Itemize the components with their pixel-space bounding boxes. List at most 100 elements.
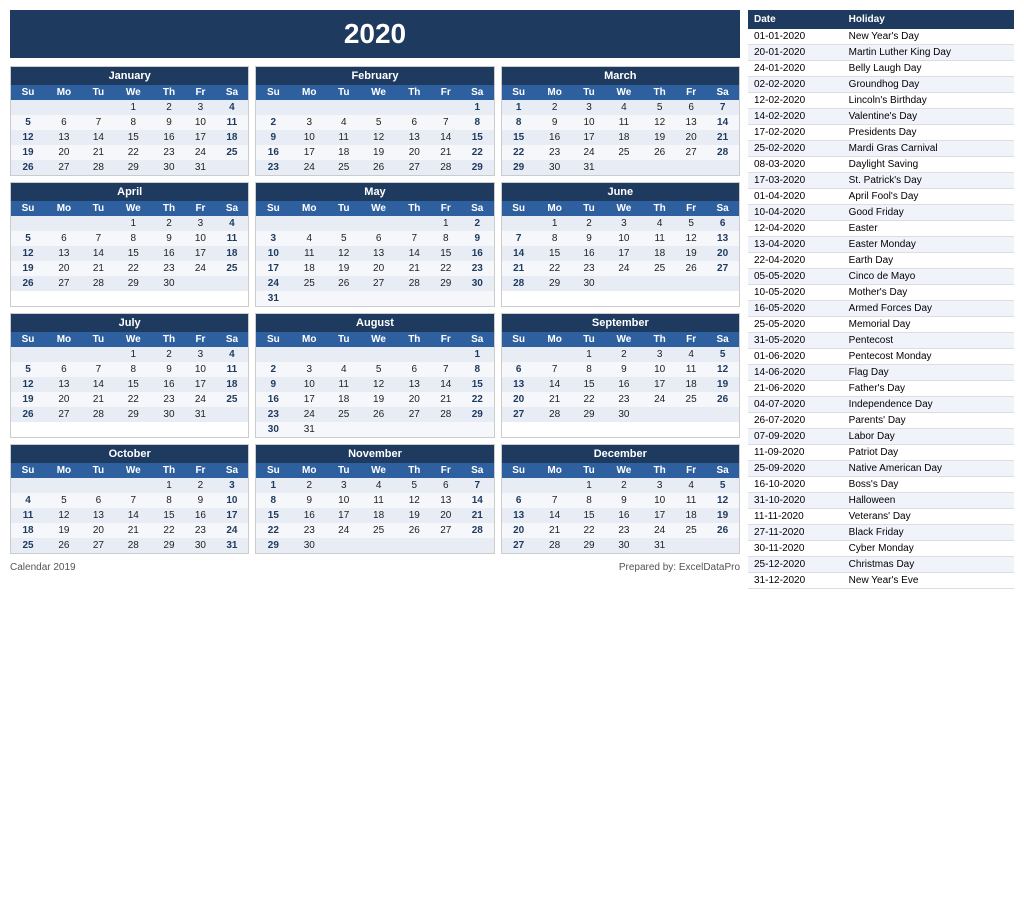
holiday-date: 01-01-2020	[748, 29, 843, 45]
calendar-cell: 9	[605, 493, 644, 508]
calendar-cell	[328, 216, 359, 231]
calendar-cell: 28	[398, 276, 431, 291]
day-header-mo: Mo	[290, 463, 328, 478]
calendar-cell: 5	[643, 100, 676, 115]
calendar-cell: 4	[290, 231, 328, 246]
day-header-fr: Fr	[431, 332, 461, 347]
calendar-cell: 7	[536, 493, 574, 508]
calendar-cell: 26	[706, 392, 739, 407]
holiday-name: Memorial Day	[843, 317, 1014, 333]
holiday-row: 13-04-2020Easter Monday	[748, 237, 1014, 253]
calendar-cell	[290, 216, 328, 231]
calendar-cell: 18	[643, 246, 676, 261]
calendar-cell	[11, 216, 45, 231]
calendar-cell	[256, 216, 290, 231]
calendar-cell: 30	[185, 538, 215, 553]
calendar-cell: 12	[706, 362, 739, 377]
calendar-cell: 19	[11, 392, 45, 407]
calendar-cell: 19	[676, 246, 706, 261]
footer-right: Prepared by: ExcelDataPro	[619, 562, 740, 573]
calendar-cell: 7	[502, 231, 536, 246]
calendar-cell: 21	[536, 523, 574, 538]
calendar-cell: 7	[431, 362, 461, 377]
calendar-cell: 27	[502, 407, 536, 422]
calendar-cell: 1	[461, 347, 494, 362]
calendar-cell: 22	[574, 392, 605, 407]
months-grid: JanuarySuMoTuWeThFrSa1234567891011121314…	[10, 66, 740, 554]
day-header-we: We	[605, 332, 644, 347]
calendar-cell: 2	[153, 347, 186, 362]
day-header-th: Th	[643, 201, 676, 216]
calendar-cell: 10	[328, 493, 359, 508]
day-header-we: We	[114, 332, 153, 347]
month-title-january: January	[11, 67, 248, 85]
month-block-july: JulySuMoTuWeThFrSa1234567891011121314151…	[10, 313, 249, 438]
calendar-cell: 23	[153, 392, 186, 407]
calendar-cell: 28	[431, 160, 461, 175]
calendar-cell: 13	[502, 508, 536, 523]
calendar-cell: 21	[706, 130, 739, 145]
calendar-cell: 21	[431, 392, 461, 407]
day-header-sa: Sa	[216, 201, 249, 216]
holiday-name: Cyber Monday	[843, 541, 1014, 557]
calendar-cell: 15	[256, 508, 290, 523]
calendar-cell: 27	[431, 523, 461, 538]
calendar-cell: 8	[574, 362, 605, 377]
holiday-row: 12-04-2020Easter	[748, 221, 1014, 237]
calendar-cell: 20	[359, 261, 398, 276]
calendar-cell: 3	[185, 216, 215, 231]
holiday-date: 25-02-2020	[748, 141, 843, 157]
calendar-cell: 14	[536, 508, 574, 523]
calendar-cell: 7	[114, 493, 153, 508]
footer-left: Calendar 2019	[10, 562, 76, 573]
calendar-cell: 28	[461, 523, 494, 538]
calendar-cell	[431, 347, 461, 362]
day-header-th: Th	[643, 85, 676, 100]
calendar-cell: 27	[45, 407, 83, 422]
calendar-cell	[502, 478, 536, 493]
calendar-cell: 25	[605, 145, 644, 160]
calendar-cell: 2	[153, 216, 186, 231]
calendar-cell: 2	[574, 216, 605, 231]
calendar-cell	[45, 478, 83, 493]
calendar-cell	[706, 276, 739, 291]
calendar-cell	[328, 538, 359, 553]
calendar-cell: 20	[502, 392, 536, 407]
holiday-name: Mardi Gras Carnival	[843, 141, 1014, 157]
calendar-cell	[706, 160, 739, 175]
calendar-cell: 17	[290, 392, 328, 407]
calendar-cell: 23	[256, 407, 290, 422]
calendar-cell: 7	[83, 115, 114, 130]
calendar-cell: 21	[431, 145, 461, 160]
month-block-april: AprilSuMoTuWeThFrSa123456789101112131415…	[10, 182, 249, 307]
day-header-th: Th	[398, 201, 431, 216]
calendar-cell: 4	[676, 347, 706, 362]
holiday-name: Armed Forces Day	[843, 301, 1014, 317]
calendar-cell	[185, 276, 215, 291]
holiday-row: 01-01-2020New Year's Day	[748, 29, 1014, 45]
calendar-cell	[398, 538, 431, 553]
day-header-tu: Tu	[328, 463, 359, 478]
calendar-cell: 13	[45, 130, 83, 145]
holiday-col-date: Date	[748, 10, 843, 29]
day-header-su: Su	[256, 85, 290, 100]
calendar-cell	[11, 100, 45, 115]
calendar-cell: 10	[216, 493, 249, 508]
day-header-tu: Tu	[574, 463, 605, 478]
calendar-cell: 16	[605, 508, 644, 523]
calendar-cell: 1	[574, 347, 605, 362]
calendar-cell: 3	[185, 100, 215, 115]
holiday-name: Valentine's Day	[843, 109, 1014, 125]
calendar-cell: 12	[359, 377, 398, 392]
calendar-cell: 28	[536, 407, 574, 422]
day-header-sa: Sa	[706, 463, 739, 478]
calendar-cell: 11	[11, 508, 45, 523]
holiday-row: 12-02-2020Lincoln's Birthday	[748, 93, 1014, 109]
calendar-cell: 24	[185, 392, 215, 407]
day-header-sa: Sa	[461, 201, 494, 216]
calendar-cell: 10	[290, 377, 328, 392]
calendar-cell: 16	[185, 508, 215, 523]
calendar-cell: 16	[574, 246, 605, 261]
calendar-cell: 19	[706, 377, 739, 392]
holiday-date: 17-02-2020	[748, 125, 843, 141]
